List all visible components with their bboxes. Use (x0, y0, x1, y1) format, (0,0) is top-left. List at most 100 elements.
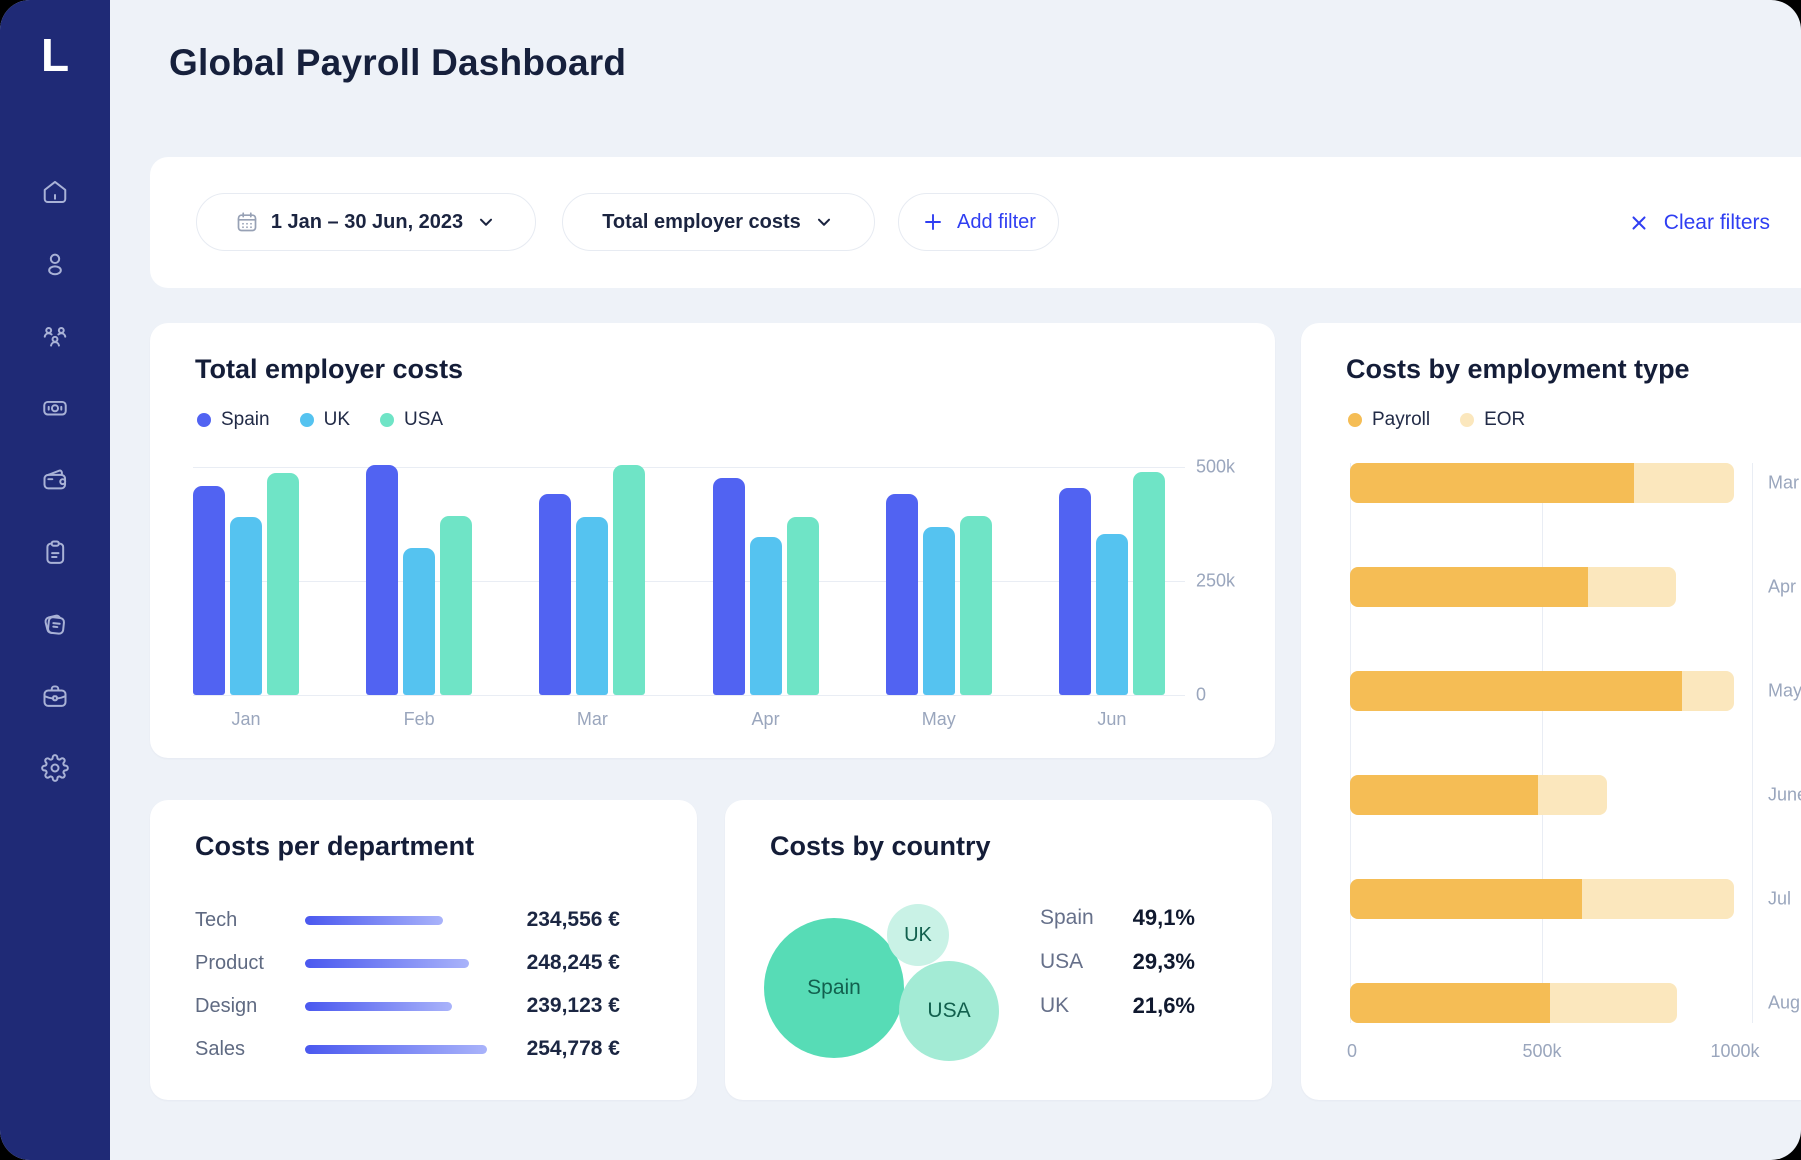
table-row: Tech 234,556 € (195, 905, 652, 935)
clear-filters-label: Clear filters (1663, 211, 1770, 234)
sidebar-item-people[interactable] (41, 250, 69, 278)
x-axis-tick: 0 (1346, 1041, 1358, 1061)
plus-icon (925, 214, 941, 230)
department-value: 234,556 € (526, 908, 620, 931)
calendar-icon (237, 212, 257, 232)
sidebar-item-wallet[interactable] (41, 466, 69, 494)
bar-spain (712, 478, 745, 695)
department-value: 248,245 € (526, 951, 620, 974)
close-icon (1632, 216, 1646, 230)
stacked-bar-row (1350, 567, 1676, 607)
sidebar-item-payments[interactable] (41, 394, 69, 422)
legend-label: USA (404, 409, 444, 430)
metric-filter[interactable]: Total employer costs (562, 193, 875, 251)
segment-payroll (1350, 463, 1634, 503)
bar-usa (440, 516, 473, 695)
x-axis-tick: May (921, 709, 956, 729)
payments-icon (43, 400, 67, 416)
department-label: Tech (195, 908, 238, 931)
add-filter-button[interactable]: Add filter (898, 193, 1059, 251)
segment-payroll (1350, 983, 1550, 1023)
bar-uk (922, 527, 955, 695)
gridline (1542, 463, 1543, 1023)
legend-item: USA (380, 409, 443, 431)
table-row: Design 239,123 € (195, 991, 652, 1021)
y-axis-tick: 0 (1196, 684, 1207, 705)
country-share: 29,3% (1132, 949, 1195, 974)
x-axis-tick: Mar (576, 709, 608, 729)
chart-title: Total employer costs (195, 354, 464, 384)
sidebar-item-team[interactable] (41, 322, 69, 350)
bar-spain (1058, 488, 1091, 695)
sidebar-item-settings[interactable] (41, 754, 69, 782)
bar-uk (230, 517, 262, 695)
gear-icon (41, 754, 69, 782)
y-axis-tick: June (1768, 784, 1801, 805)
sidebar-item-tasks[interactable] (41, 538, 69, 566)
table-row: Product 248,245 € (195, 948, 652, 978)
department-label: Sales (195, 1037, 246, 1060)
costs-by-employment-type-card: Costs by employment type Payroll EOR Mar A… (1301, 323, 1801, 1100)
receipts-icon (44, 614, 65, 635)
x-axis-tick: Jan (231, 709, 261, 729)
bubble-label: Spain (807, 976, 861, 999)
legend-dot (1460, 413, 1475, 427)
country-share: 49,1% (1132, 905, 1195, 930)
user-icon (48, 253, 62, 276)
sidebar-nav (0, 178, 110, 782)
segment-eor (1588, 567, 1676, 607)
sidebar-item-benefits[interactable] (41, 682, 69, 710)
y-axis-tick: 250k (1196, 570, 1236, 591)
bar-spain (885, 494, 918, 695)
y-axis-tick: 500k (1196, 456, 1236, 477)
segment-payroll (1350, 775, 1538, 815)
stacked-bar-row (1350, 983, 1677, 1023)
x-axis-tick: Feb (403, 709, 435, 729)
country-label: UK (1040, 994, 1070, 1017)
bar-usa (613, 465, 646, 695)
stacked-bar-row (1350, 671, 1734, 711)
bar-group: Jun (1058, 472, 1165, 729)
team-icon (43, 326, 67, 347)
country-stat-row: Spain 49,1% (1040, 904, 1195, 932)
clear-filters-button[interactable]: Clear filters (1628, 207, 1770, 239)
segment-payroll (1350, 879, 1582, 919)
sidebar-item-home[interactable] (41, 178, 69, 206)
date-range-filter[interactable]: 1 Jan – 30 Jun, 2023 (196, 193, 536, 251)
y-axis-tick: Jul (1768, 888, 1792, 909)
wallet-icon (43, 469, 67, 490)
y-axis-tick: May (1768, 680, 1801, 701)
country-stat-row: USA 29,3% (1040, 948, 1195, 976)
y-axis-tick: Aug (1768, 992, 1801, 1013)
country-label: Spain (1040, 906, 1094, 929)
legend-label: Payroll (1372, 409, 1431, 430)
bar-spain (539, 494, 572, 695)
chart-title: Costs by country (770, 831, 991, 861)
x-axis-tick: Apr (751, 709, 780, 729)
gridline (1752, 463, 1753, 1023)
bubble-label: UK (904, 923, 932, 946)
costs-per-department-card: Costs per department Tech 234,556 € Produc… (150, 800, 697, 1100)
segment-eor (1582, 879, 1734, 919)
bubble-spain: Spain (764, 918, 904, 1058)
clipboard-icon (46, 540, 65, 564)
bar-usa (267, 473, 299, 695)
sidebar: L (0, 0, 110, 1160)
department-value: 239,123 € (526, 994, 620, 1017)
bar-uk (749, 537, 782, 695)
chart-legend: Payroll EOR (1348, 409, 1525, 431)
x-axis-tick: 1000k (1710, 1041, 1760, 1061)
bar-uk (1095, 534, 1128, 695)
page-title: Global Payroll Dashboard (169, 42, 627, 83)
segment-payroll (1350, 671, 1682, 711)
bar-group: Feb (366, 465, 473, 729)
gridline (1350, 463, 1351, 1023)
legend-item: EOR (1460, 409, 1525, 431)
sidebar-item-documents[interactable] (41, 610, 69, 638)
briefcase-icon (43, 685, 67, 707)
y-axis-tick: Apr (1768, 576, 1797, 597)
department-bar (305, 915, 443, 925)
stacked-bar-row (1350, 463, 1734, 503)
legend-label: Spain (221, 409, 270, 430)
grouped-bar-chart: 0 250k 500k Jan Feb Mar Apr May Jun (193, 457, 1235, 729)
